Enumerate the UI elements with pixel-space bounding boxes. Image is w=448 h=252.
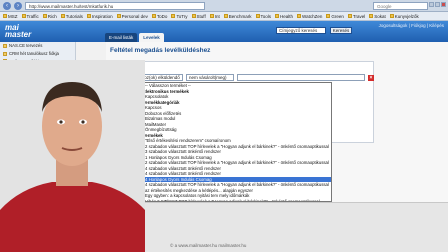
folder-icon bbox=[171, 14, 176, 18]
bookmark-label: Inspiration bbox=[91, 13, 113, 19]
bookmark-label: ToTry bbox=[176, 13, 188, 19]
footer-text: © a www.mailmaster.hu mailmaster.hu bbox=[170, 243, 247, 248]
remove-condition-icon[interactable]: × bbox=[368, 74, 374, 81]
product-dropdown-list[interactable]: -- Válasszon terméket -- Elektronikus ter… bbox=[140, 82, 332, 202]
window-controls bbox=[429, 2, 446, 7]
presenter-right-pupil bbox=[81, 120, 85, 124]
bookmark-label: Personal dev bbox=[121, 13, 148, 19]
account-links[interactable]: Jogosultságok | Fiókjog | Kilépés bbox=[379, 23, 444, 28]
folder-icon bbox=[275, 14, 280, 18]
mailmaster-logo[interactable]: mai master bbox=[5, 24, 32, 39]
bookmark-item[interactable]: Kunyvjelzők bbox=[389, 13, 419, 19]
bookmark-item[interactable]: Travel bbox=[347, 13, 366, 19]
list-icon bbox=[3, 43, 7, 48]
folder-icon bbox=[297, 14, 302, 18]
bookmark-label: Travel bbox=[352, 13, 366, 19]
bookmark-item[interactable]: Traffic bbox=[21, 13, 39, 19]
bookmark-item[interactable]: Green bbox=[326, 14, 344, 19]
logo-line-2: master bbox=[5, 30, 32, 39]
bookmark-item[interactable]: Personal dev bbox=[116, 13, 148, 19]
bookmark-item[interactable]: Sokat bbox=[369, 14, 386, 19]
bookmark-label: Int bbox=[214, 13, 220, 19]
folder-icon bbox=[60, 14, 65, 18]
forward-icon[interactable]: › bbox=[14, 1, 22, 10]
address-bar[interactable]: http://www.mailmaster.hu/test/mkatfurik.… bbox=[25, 1, 205, 10]
bookmark-item[interactable]: Rich bbox=[42, 13, 57, 19]
maximize-icon[interactable] bbox=[435, 2, 440, 7]
bookmark-item[interactable]: Inspiration bbox=[86, 13, 113, 19]
folder-icon bbox=[209, 14, 214, 18]
bookmark-label: WatchZen bbox=[302, 13, 323, 19]
folder-icon bbox=[223, 14, 228, 18]
app-header: mai master Jogosultságok | Fiókjog | Kil… bbox=[0, 21, 448, 42]
bookmark-item[interactable]: Health bbox=[275, 14, 293, 19]
folder-icon bbox=[86, 14, 91, 18]
search-button[interactable]: Keresés bbox=[330, 27, 352, 34]
folder-icon bbox=[151, 14, 156, 18]
presenter-video-overlay bbox=[0, 60, 145, 252]
bookmarks-bar: MSZ Traffic Rich Tutorials Inspiration Person… bbox=[0, 12, 448, 21]
main-tabs: E-mail listák Levelek bbox=[105, 33, 164, 42]
tab-email-lists[interactable]: E-mail listák bbox=[105, 33, 138, 42]
folder-icon bbox=[21, 14, 26, 18]
bookmark-label: Green bbox=[331, 13, 344, 19]
folder-icon bbox=[369, 14, 374, 18]
bookmark-item[interactable]: Tools bbox=[255, 13, 272, 19]
bookmark-label: Kunyvjelzők bbox=[394, 13, 419, 19]
bookmark-item[interactable]: Tutorials bbox=[60, 13, 83, 19]
bookmark-label: Tools bbox=[260, 13, 272, 19]
bookmark-item[interactable]: Benchmark bbox=[223, 13, 252, 19]
bookmark-item[interactable]: ToTry bbox=[171, 13, 188, 19]
page-title: Feltétel megadás levélküldéshez bbox=[110, 47, 211, 54]
dropdown-option[interactable]: 4 szabadon választott TOP hírlevelek a "… bbox=[141, 182, 331, 188]
presenter-left-pupil bbox=[59, 120, 63, 124]
folder-icon bbox=[191, 14, 196, 18]
bookmark-item[interactable]: ToDo bbox=[151, 13, 168, 19]
bookmark-label: Health bbox=[280, 13, 294, 19]
sidebar-item[interactable]: NAS.CE tervezés bbox=[0, 42, 75, 50]
bookmark-label: Tutorials bbox=[65, 13, 83, 19]
folder-icon bbox=[255, 14, 260, 18]
minimize-icon[interactable] bbox=[429, 2, 434, 7]
back-icon[interactable]: ‹ bbox=[3, 1, 11, 10]
bookmark-item[interactable]: MSZ bbox=[3, 14, 18, 19]
browser-toolbar: ‹ › http://www.mailmaster.hu/test/mkatfu… bbox=[0, 0, 448, 12]
bookmark-label: Sokat bbox=[374, 13, 386, 19]
browser-search-input[interactable]: Google bbox=[373, 2, 428, 10]
sidebar-item-label: CRM hét tanulókusz fiókja bbox=[9, 51, 59, 57]
folder-icon bbox=[116, 14, 121, 18]
list-icon bbox=[3, 51, 7, 56]
condition-value-select[interactable] bbox=[237, 74, 365, 81]
bookmark-label: Benchmark bbox=[228, 13, 252, 19]
condition-row: Doboz(ok) elküldendő nem vásárolt(meg) × bbox=[110, 74, 374, 81]
bookmark-label: Stuff bbox=[196, 13, 206, 19]
folder-icon bbox=[326, 14, 331, 18]
dropdown-option[interactable]: 2 szabadon választott TOP hírlevelek a "… bbox=[141, 160, 331, 166]
tab-letters[interactable]: Levelek bbox=[139, 33, 164, 42]
sidebar-item-label: NAS.CE tervezés bbox=[9, 43, 43, 49]
folder-icon bbox=[347, 14, 352, 18]
folder-icon bbox=[3, 14, 7, 18]
bookmark-item[interactable]: Int bbox=[209, 13, 220, 19]
close-icon[interactable] bbox=[441, 2, 446, 7]
bookmark-item[interactable]: Stuff bbox=[191, 13, 206, 19]
condition-operator-select[interactable]: nem vásárolt(meg) bbox=[186, 74, 234, 81]
bookmark-label: Traffic bbox=[26, 13, 39, 19]
folder-icon bbox=[42, 14, 47, 18]
sidebar-item[interactable]: CRM hét tanulókusz fiókja bbox=[0, 50, 75, 58]
email-search-input[interactable]: Címjegyző keresés bbox=[276, 27, 326, 34]
bookmark-label: MSZ bbox=[8, 13, 18, 19]
bookmark-label: Rich bbox=[47, 13, 57, 19]
bookmark-label: ToDo bbox=[156, 13, 168, 19]
bookmark-item[interactable]: WatchZen bbox=[297, 14, 322, 19]
folder-icon bbox=[389, 14, 394, 18]
